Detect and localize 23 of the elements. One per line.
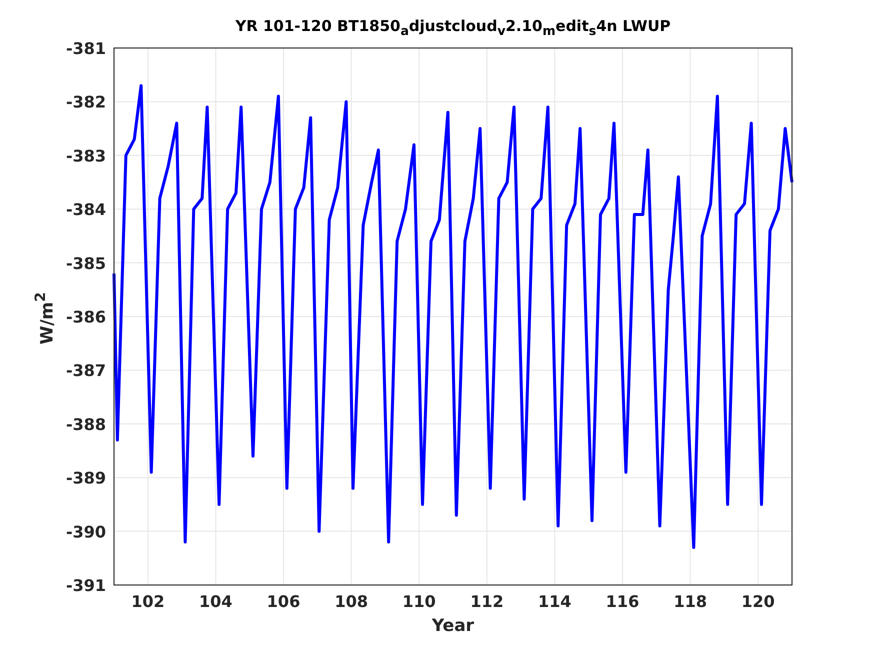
y-tick-label: -385	[66, 254, 106, 273]
x-tick-label: 118	[674, 592, 707, 611]
x-tick-label: 108	[334, 592, 368, 611]
x-tick-label: 106	[266, 592, 300, 611]
y-tick-label: -386	[66, 308, 106, 326]
x-tick-label: 102	[131, 592, 165, 611]
y-tick-label: -384	[66, 200, 106, 220]
y-tick-label: -382	[66, 92, 106, 112]
x-tick-label: 112	[470, 592, 504, 611]
y-tick-label: -381	[66, 39, 106, 58]
y-tick-label: -390	[66, 522, 106, 542]
y-tick-label: -388	[66, 414, 106, 434]
chart-title: YR 101-120 BT1850$_{a}$djustcloud$_{v}$2.10$_{m}$edit$_{s}$4n LWUP	[235, 17, 671, 35]
x-tick-label: 114	[538, 592, 572, 611]
y-tick-label: -383	[66, 146, 106, 166]
x-tick-label: 116	[606, 592, 640, 611]
x-tick-label: 104	[199, 592, 232, 611]
y-tick-label: -391	[66, 576, 106, 595]
y-tick-label: -389	[66, 468, 106, 488]
y-tick-label: -387	[66, 361, 106, 380]
x-tick-label: 120	[741, 592, 775, 611]
x-tick-label: 110	[402, 592, 436, 611]
x-axis-title: Year	[432, 616, 474, 636]
